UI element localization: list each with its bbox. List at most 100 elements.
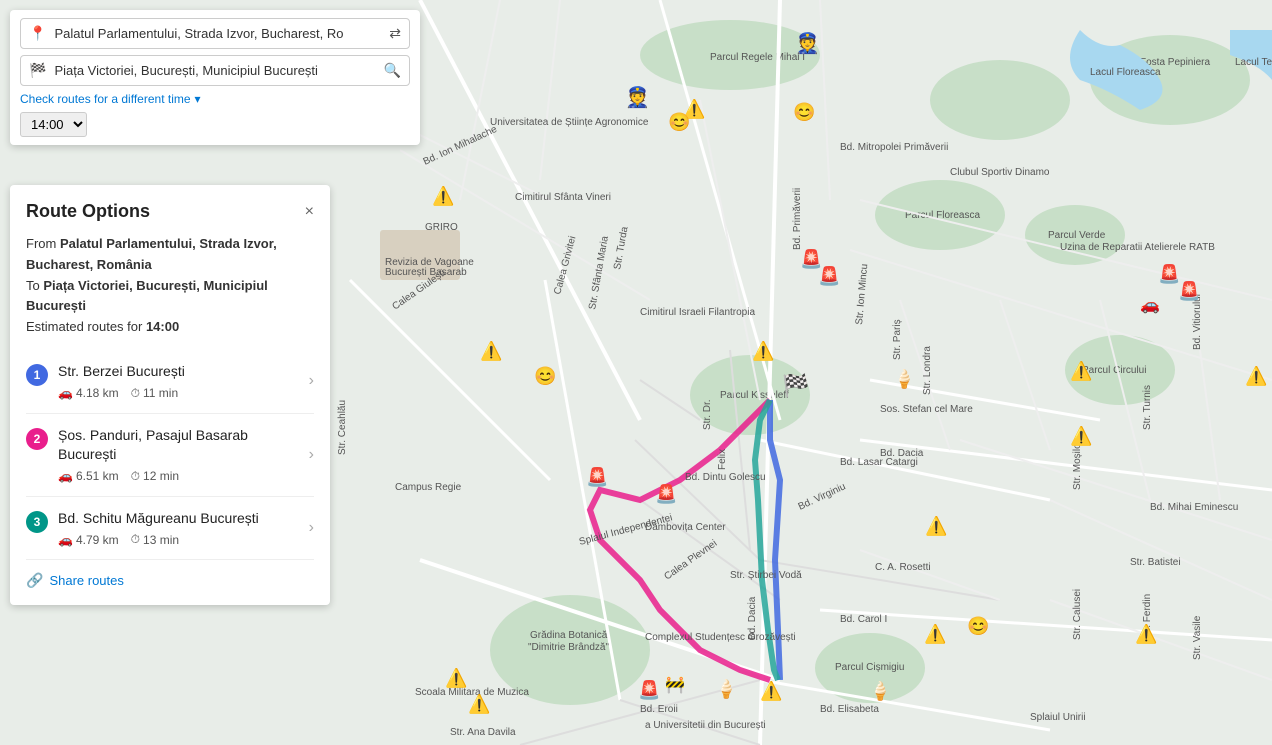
search-trigger-icon[interactable]: 🔍 xyxy=(384,62,401,79)
svg-text:Str. Calusei: Str. Calusei xyxy=(1072,589,1083,640)
svg-text:🚨: 🚨 xyxy=(638,679,660,700)
svg-text:Bd. Vitiorului: Bd. Vitiorului xyxy=(1192,294,1203,350)
chevron-down-icon: ▾ xyxy=(195,92,201,106)
route-name-1: Str. Berzei București xyxy=(58,362,303,382)
svg-text:🍦: 🍦 xyxy=(715,678,737,699)
route-number-2: 2 xyxy=(26,428,48,450)
svg-text:😊: 😊 xyxy=(967,616,989,636)
time-selector[interactable]: 12:0013:0014:0015:0016:0017:0018:00 xyxy=(20,112,410,137)
share-icon: 🔗 xyxy=(26,572,43,589)
svg-text:Complexul Studențesc Grozăveșt: Complexul Studențesc Grozăvești xyxy=(645,632,796,643)
check-routes-link[interactable]: Check routes for a different time ▾ xyxy=(20,92,201,106)
svg-text:Grădina Botanică: Grădina Botanică xyxy=(530,630,608,641)
distance-icon-3: 🚗 xyxy=(58,533,73,547)
svg-text:Campus Regie: Campus Regie xyxy=(395,482,462,493)
svg-text:Splaiul Unirii: Splaiul Unirii xyxy=(1030,712,1086,723)
swap-icon[interactable]: ⇄ xyxy=(389,25,401,42)
svg-text:Str. Londra: Str. Londra xyxy=(922,346,933,395)
svg-text:⚠️: ⚠️ xyxy=(468,693,490,714)
chevron-right-icon-2: › xyxy=(309,446,314,464)
distance-icon-2: 🚗 xyxy=(58,469,73,483)
svg-text:⚠️: ⚠️ xyxy=(445,667,467,688)
svg-text:Sos. Stefan cel Mare: Sos. Stefan cel Mare xyxy=(880,404,973,415)
route-duration-3: ⏱ 13 min xyxy=(131,532,179,547)
origin-icon: 📍 xyxy=(29,25,46,42)
svg-text:Str. Ana Davila: Str. Ana Davila xyxy=(450,727,516,738)
chevron-right-icon-1: › xyxy=(309,372,314,390)
svg-text:⚠️: ⚠️ xyxy=(432,185,454,206)
svg-text:Parcul Regele Mihai I: Parcul Regele Mihai I xyxy=(710,52,805,63)
svg-text:🚗: 🚗 xyxy=(1140,297,1160,314)
route-item-3[interactable]: 3 Bd. Schitu Măgureanu București 🚗 4.79 … xyxy=(26,497,314,561)
svg-text:Bd. Dintu Golescu: Bd. Dintu Golescu xyxy=(685,472,766,483)
origin-input-row[interactable]: 📍 ⇄ xyxy=(20,18,410,49)
svg-text:Cimitirul Israeli Filantropia: Cimitirul Israeli Filantropia xyxy=(640,307,755,318)
svg-text:Bd. Elisabeta: Bd. Elisabeta xyxy=(820,704,879,715)
svg-text:😊: 😊 xyxy=(534,366,556,386)
svg-text:Clubul Sportiv Dinamo: Clubul Sportiv Dinamo xyxy=(950,167,1050,178)
search-panel: 📍 ⇄ 🏁 🔍 Check routes for a different tim… xyxy=(10,10,420,145)
time-icon-3: ⏱ xyxy=(131,532,140,547)
svg-text:Str. Batistei: Str. Batistei xyxy=(1130,557,1181,568)
route-item-1[interactable]: 1 Str. Berzei București 🚗 4.18 km ⏱ 11 m… xyxy=(26,350,314,414)
route-details-2: Șos. Panduri, Pasajul Basarab București … xyxy=(58,426,303,484)
svg-text:Lacul Tel: Lacul Tel xyxy=(1235,57,1272,68)
origin-input[interactable] xyxy=(54,26,389,41)
route-options-title: Route Options xyxy=(26,201,150,222)
svg-text:Parcul Verde: Parcul Verde xyxy=(1048,230,1106,241)
svg-text:Universitatea de Științe Agron: Universitatea de Științe Agronomice xyxy=(490,117,649,128)
svg-text:Bd. Mihai Eminescu: Bd. Mihai Eminescu xyxy=(1150,502,1238,513)
svg-text:Str. Pariș: Str. Pariș xyxy=(892,319,903,360)
svg-text:Str. Știrbei Vodă: Str. Știrbei Vodă xyxy=(730,570,802,581)
route-item-2[interactable]: 2 Șos. Panduri, Pasajul Basarab Bucureșt… xyxy=(26,414,314,497)
from-label: From xyxy=(26,236,60,251)
svg-text:⚠️: ⚠️ xyxy=(924,623,946,644)
route-info: From Palatul Parlamentului, Strada Izvor… xyxy=(26,234,314,338)
svg-text:🚨: 🚨 xyxy=(655,483,677,504)
time-icon-2: ⏱ xyxy=(131,469,140,484)
svg-text:⚠️: ⚠️ xyxy=(925,515,947,536)
share-routes-link[interactable]: 🔗 Share routes xyxy=(26,560,314,589)
svg-text:⚠️: ⚠️ xyxy=(760,680,782,701)
destination-input-row[interactable]: 🏁 🔍 xyxy=(20,55,410,86)
svg-text:⚠️: ⚠️ xyxy=(1135,623,1157,644)
estimated-time: 14:00 xyxy=(146,319,179,334)
svg-text:Parcul Kisseleff: Parcul Kisseleff xyxy=(720,390,789,401)
svg-text:⚠️: ⚠️ xyxy=(1070,360,1092,381)
route-number-3: 3 xyxy=(26,511,48,533)
svg-text:🍦: 🍦 xyxy=(869,680,891,701)
svg-text:Felix: Felix xyxy=(717,449,728,470)
svg-text:Bd. Eroii: Bd. Eroii xyxy=(640,704,678,715)
estimated-label: Estimated routes for xyxy=(26,319,142,334)
route-meta-1: 🚗 4.18 km ⏱ 11 min xyxy=(58,386,303,401)
svg-text:👮: 👮 xyxy=(795,31,820,55)
distance-icon-1: 🚗 xyxy=(58,386,73,400)
check-routes-label: Check routes for a different time xyxy=(20,92,191,106)
route-meta-2: 🚗 6.51 km ⏱ 12 min xyxy=(58,469,303,484)
time-select-input[interactable]: 12:0013:0014:0015:0016:0017:0018:00 xyxy=(20,112,87,137)
route-details-1: Str. Berzei București 🚗 4.18 km ⏱ 11 min xyxy=(58,362,303,401)
svg-text:⚠️: ⚠️ xyxy=(1245,365,1267,386)
svg-text:🚨: 🚨 xyxy=(1178,280,1200,301)
from-value: Palatul Parlamentului, Strada Izvor, Buc… xyxy=(26,236,277,272)
svg-text:a Universitetii din București: a Universitetii din București xyxy=(645,720,766,731)
svg-text:Bd. Primăverii: Bd. Primăverii xyxy=(792,188,803,250)
svg-text:⚠️: ⚠️ xyxy=(1070,425,1092,446)
route-duration-2: ⏱ 12 min xyxy=(131,469,179,484)
route-options-header: Route Options × xyxy=(26,201,314,222)
route-meta-3: 🚗 4.79 km ⏱ 13 min xyxy=(58,532,303,547)
svg-text:👮: 👮 xyxy=(625,85,650,109)
svg-text:Uzina de Reparatii Atelierele: Uzina de Reparatii Atelierele RATB xyxy=(1060,242,1215,253)
close-button[interactable]: × xyxy=(305,203,314,221)
route-distance-3: 🚗 4.79 km xyxy=(58,533,119,547)
svg-text:Parcul Cișmigiu: Parcul Cișmigiu xyxy=(835,662,904,673)
to-value: Piața Victoriei, București, Municipiul B… xyxy=(26,278,268,314)
svg-text:😊: 😊 xyxy=(668,112,690,132)
svg-text:Str. Moșilor: Str. Moșilor xyxy=(1072,439,1083,490)
svg-text:🚨: 🚨 xyxy=(818,265,840,286)
svg-text:Str. Vasile: Str. Vasile xyxy=(1192,615,1203,660)
route-name-3: Bd. Schitu Măgureanu București xyxy=(58,509,303,529)
svg-text:Bd. Dacia: Bd. Dacia xyxy=(880,448,924,459)
search-actions: Check routes for a different time ▾ xyxy=(20,92,410,106)
destination-input[interactable] xyxy=(54,63,383,78)
